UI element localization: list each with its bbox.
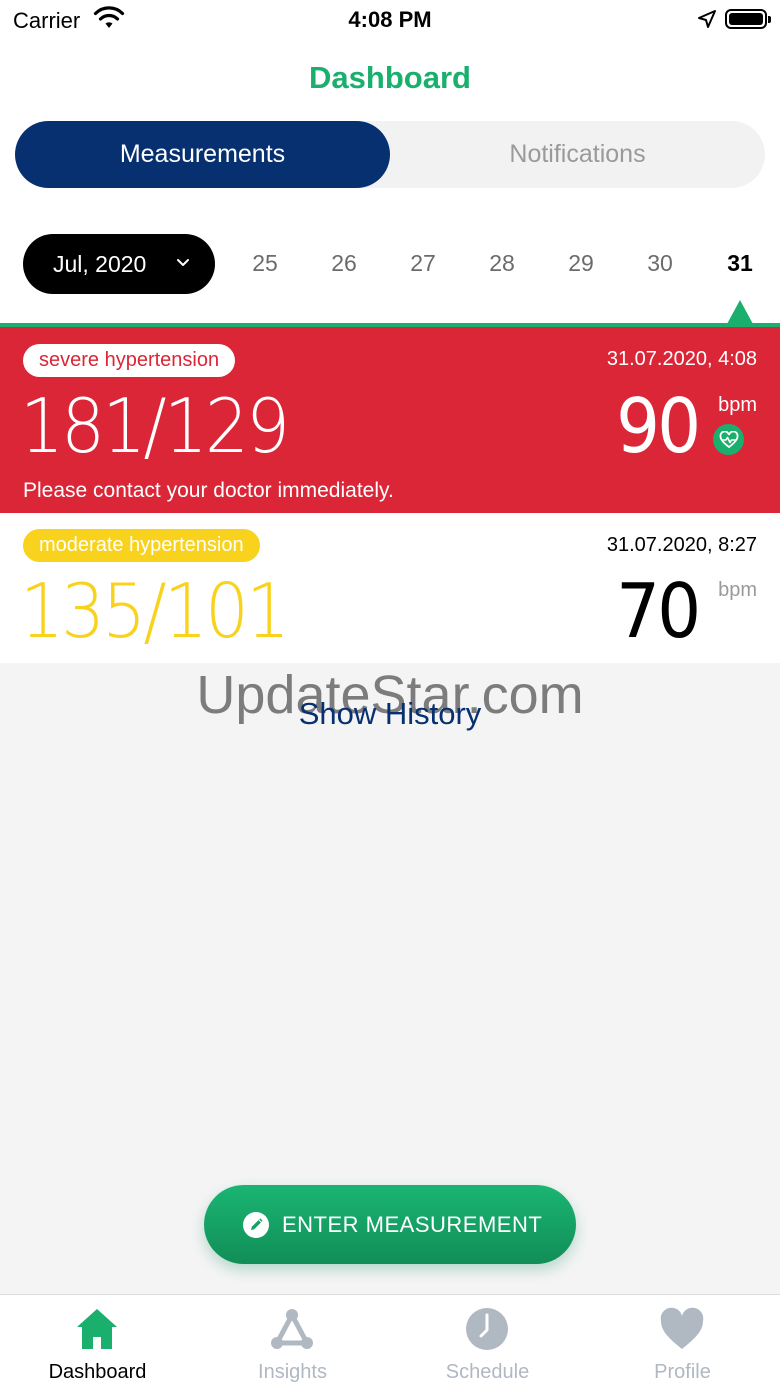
show-history-link[interactable]: Show History: [0, 696, 780, 732]
day-26[interactable]: 26: [314, 250, 374, 277]
tab-label: Schedule: [445, 1361, 530, 1383]
measurement-timestamp: 31.07.2020, 8:27: [606, 534, 757, 556]
status-badge: moderate hypertension: [23, 529, 260, 562]
pulse-unit: bpm: [718, 394, 757, 416]
tab-profile[interactable]: Profile: [585, 1295, 780, 1387]
day-29[interactable]: 29: [551, 250, 611, 277]
day-25[interactable]: 25: [235, 250, 295, 277]
status-bar: Carrier 4:08 PM: [0, 0, 780, 40]
pulse-value: 70: [615, 567, 701, 655]
tab-label: Insights: [258, 1361, 327, 1383]
pulse-unit: bpm: [718, 579, 757, 601]
clock-icon: [466, 1308, 508, 1350]
measurement-card-severe[interactable]: severe hypertension 31.07.2020, 4:08 181…: [0, 327, 780, 513]
pencil-icon: [243, 1212, 269, 1238]
tab-notifications[interactable]: Notifications: [390, 121, 765, 188]
heart-rate-icon: [713, 424, 744, 455]
month-label: Jul, 2020: [53, 250, 147, 277]
measurement-card-moderate[interactable]: moderate hypertension 31.07.2020, 8:27 1…: [0, 513, 780, 663]
measurement-timestamp: 31.07.2020, 4:08: [606, 348, 757, 370]
location-arrow-icon: [698, 10, 716, 28]
pulse-value: 90: [615, 382, 701, 470]
chevron-down-icon: [177, 259, 189, 266]
blood-pressure-value: 135/101: [20, 567, 290, 655]
status-time: 4:08 PM: [348, 7, 432, 32]
page-title: Dashboard: [309, 60, 471, 95]
status-badge: severe hypertension: [23, 344, 236, 377]
selected-day-pointer: [727, 300, 753, 324]
day-30[interactable]: 30: [630, 250, 690, 277]
battery-icon: [725, 9, 771, 29]
enter-measurement-label: ENTER MEASUREMENT: [282, 1212, 543, 1237]
enter-measurement-button[interactable]: ENTER MEASUREMENT: [204, 1185, 576, 1264]
home-icon: [77, 1309, 117, 1349]
day-31-selected[interactable]: 31: [710, 250, 770, 277]
tab-dashboard[interactable]: Dashboard: [0, 1295, 195, 1387]
day-27[interactable]: 27: [393, 250, 453, 277]
bottom-tab-bar: Dashboard Insights Schedule Profile: [0, 1294, 780, 1387]
tab-insights[interactable]: Insights: [195, 1295, 390, 1387]
segmented-control: Measurements Notifications: [15, 121, 765, 188]
doctor-note: Please contact your doctor immediately.: [23, 479, 394, 502]
tab-label: Dashboard: [48, 1361, 147, 1383]
tab-label: Profile: [654, 1361, 711, 1383]
day-28[interactable]: 28: [472, 250, 532, 277]
heart-icon: [660, 1307, 704, 1349]
tab-measurements[interactable]: Measurements: [15, 121, 390, 188]
tab-schedule[interactable]: Schedule: [390, 1295, 585, 1387]
blood-pressure-value: 181/129: [20, 382, 290, 470]
insights-icon: [271, 1309, 313, 1349]
